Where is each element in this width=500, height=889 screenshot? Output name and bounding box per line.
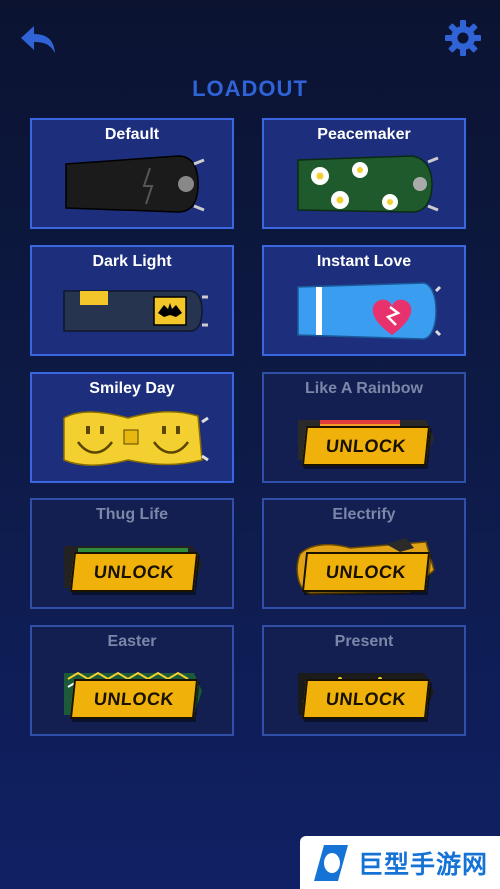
loadout-card-thug-life[interactable]: Thug Life UNLOCK [30,498,234,609]
watermark-text: 巨型手游网 [358,850,489,879]
taser-peacemaker-image [297,155,439,213]
item-name: Dark Light [92,253,172,270]
taser-instant-love-image [297,282,442,340]
loadout-card-dark-light[interactable]: Dark Light [30,245,234,356]
loadout-card-smiley-day[interactable]: Smiley Day [30,372,234,483]
unlock-button[interactable]: UNLOCK [69,679,199,719]
unlock-button[interactable]: UNLOCK [69,552,199,592]
taser-dark-light-image [63,290,208,332]
loadout-grid: Default Peacemaker Dark Light Instant Lo… [0,0,500,889]
loadout-card-like-a-rainbow[interactable]: Like A Rainbow UNLOCK [262,372,466,483]
item-name: Like A Rainbow [305,380,423,397]
loadout-card-default[interactable]: Default [30,118,234,229]
loadout-card-electrify[interactable]: Electrify UNLOCK [262,498,466,609]
taser-default-image [65,155,205,213]
unlock-button[interactable]: UNLOCK [301,426,431,466]
item-name: Peacemaker [317,126,411,143]
unlock-button[interactable]: UNLOCK [301,679,431,719]
item-name: Thug Life [96,506,168,523]
item-name: Instant Love [316,253,412,270]
unlock-button[interactable]: UNLOCK [301,552,431,592]
loadout-card-easter[interactable]: Easter UNLOCK [30,625,234,736]
item-name: Present [334,633,394,650]
item-name: Default [104,126,160,143]
loadout-card-present[interactable]: Present UNLOCK [262,625,466,736]
item-name: Electrify [332,506,396,523]
taser-smiley-day-image [63,410,209,467]
item-name: Smiley Day [89,380,175,397]
site-watermark: 巨型手游网 [300,836,500,889]
loadout-card-instant-love[interactable]: Instant Love [262,245,466,356]
loadout-card-peacemaker[interactable]: Peacemaker [262,118,466,229]
watermark-logo-icon [314,844,348,881]
item-name: Easter [107,633,157,650]
